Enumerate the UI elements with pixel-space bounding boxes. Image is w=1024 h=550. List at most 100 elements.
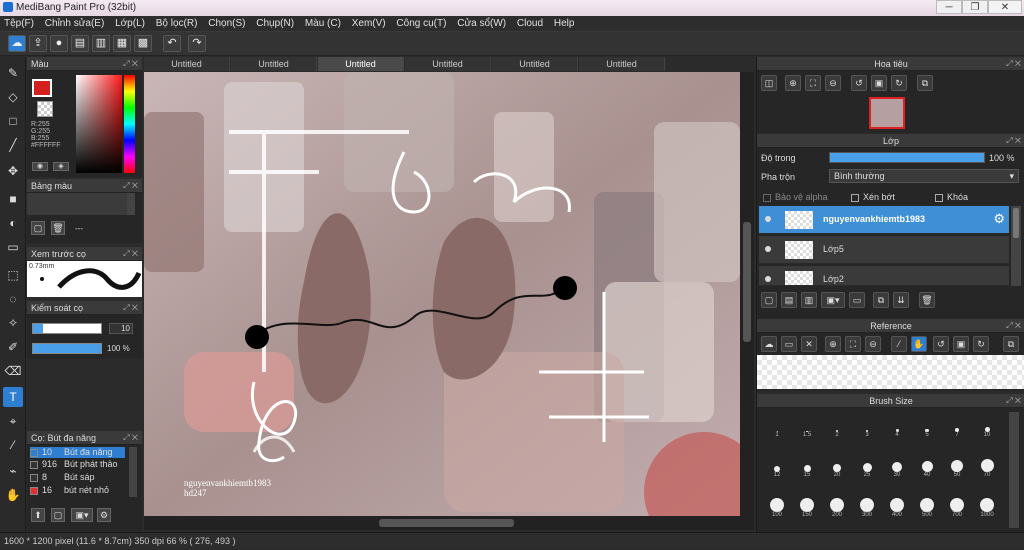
select-eraser-icon[interactable]: ⌫ (3, 361, 23, 381)
menu-snap[interactable]: Chụp(N) (252, 16, 298, 32)
swap-color-button[interactable]: ◈ (53, 162, 69, 171)
zoom-in-icon[interactable]: ⊕ (825, 336, 841, 352)
brush-size-option[interactable]: 70 (973, 456, 1001, 488)
menu-window[interactable]: Cửa sổ(W) (453, 16, 510, 32)
duplicate-layer-icon[interactable]: ⧉ (873, 292, 889, 308)
delete-layer-icon[interactable]: 🗑 (919, 292, 935, 308)
undo-icon[interactable]: ↶ (163, 35, 181, 52)
brush-item-2[interactable]: 8 Bút sáp (30, 472, 125, 483)
new-brush-icon[interactable]: ▢ (51, 508, 65, 522)
drawing-canvas[interactable]: nguyenvankhiemtb1983 hd247 (144, 72, 740, 516)
mirror-icon[interactable]: ⧉ (1003, 336, 1019, 352)
brush-size-option[interactable]: 100 (763, 496, 791, 528)
select-pen-icon[interactable]: ✐ (3, 337, 23, 357)
move-tool-icon[interactable]: ✥ (3, 161, 23, 181)
brush-item-1[interactable]: 916 Bút phát thảo (30, 459, 125, 470)
layer-menu-icon[interactable]: ▣▾ (821, 292, 845, 308)
layer-item-0[interactable]: nguyenvankhiemtb1983 ⚙ (759, 206, 1009, 234)
rotate-right-icon[interactable]: ↻ (973, 336, 989, 352)
brush-size-value[interactable]: 10 (109, 323, 133, 334)
new-palette-icon[interactable]: ▢ (31, 221, 45, 235)
brush-size-option[interactable]: 3 (853, 416, 881, 448)
brush-tool-icon[interactable]: ✎ (3, 63, 23, 83)
canvas-horizontal-scrollbar[interactable] (144, 516, 754, 530)
tab-document-active[interactable]: Untitled (318, 57, 404, 71)
delete-palette-icon[interactable]: 🗑 (51, 221, 65, 235)
add-brush-icon[interactable]: ⬆ (31, 508, 45, 522)
menu-tools[interactable]: Công cụ(T) (392, 16, 450, 32)
menu-help[interactable]: Help (550, 16, 579, 32)
panel-controls-icon[interactable]: ⤢ ✕ (1006, 394, 1021, 408)
brush-menu-icon[interactable]: ▣▾ (71, 508, 93, 522)
brush-list-scrollbar[interactable] (129, 447, 137, 497)
panel-controls-icon[interactable]: ⤢ ✕ (123, 301, 138, 315)
navigator-thumbnail[interactable] (869, 97, 905, 129)
zoom-out-icon[interactable]: ⊖ (825, 75, 841, 91)
gear-icon[interactable]: ⚙ (993, 211, 1005, 227)
brush-size-option[interactable]: 10 (973, 416, 1001, 448)
panel-controls-icon[interactable]: ⤢ ✕ (123, 57, 138, 71)
menu-filter[interactable]: Bộ lọc(R) (152, 16, 202, 32)
share-icon[interactable]: ⇪ (29, 35, 47, 52)
layer-item-2[interactable]: Lớp2 (759, 266, 1009, 286)
brush-item-3[interactable]: 16 bút nét nhỏ (30, 485, 125, 496)
operation-tool-icon[interactable]: ⌖ (3, 411, 23, 431)
vertical-scroll-thumb[interactable] (743, 222, 751, 342)
panel-controls-icon[interactable]: ⤢ ✕ (1006, 319, 1021, 333)
palette-area[interactable] (27, 193, 127, 215)
brush-opacity-slider[interactable] (32, 343, 102, 354)
add-color-button[interactable]: ◉ (32, 162, 48, 171)
layer-scrollbar[interactable] (1011, 206, 1021, 286)
brush-size-option[interactable]: 12 (763, 456, 791, 488)
reset-view-icon[interactable]: ▣ (953, 336, 969, 352)
brush-size-option[interactable]: 2 (823, 416, 851, 448)
menu-select[interactable]: Chọn(S) (204, 16, 249, 32)
new-layer-halftone-icon[interactable]: ▤ (781, 292, 797, 308)
merge-layer-icon[interactable]: ⇊ (893, 292, 909, 308)
tab-document[interactable]: Untitled (579, 57, 665, 71)
new-layer-icon[interactable]: ▢ (761, 292, 777, 308)
fit-icon[interactable]: ⛶ (805, 75, 821, 91)
brush-size-option[interactable]: 25 (853, 456, 881, 488)
visibility-icon[interactable] (765, 216, 771, 222)
fill-rect-tool-icon[interactable]: ■ (3, 189, 23, 209)
zoom-in-icon[interactable]: ⊕ (785, 75, 801, 91)
blend-mode-select[interactable]: Bình thường ▾ (829, 169, 1019, 183)
brush-size-option[interactable]: 20 (823, 456, 851, 488)
close-ref-icon[interactable]: ✕ (801, 336, 817, 352)
pen-tool-icon[interactable]: ⌁ (3, 461, 23, 481)
protect-alpha-checkbox[interactable]: Bảo vệ alpha (763, 192, 828, 202)
panel-controls-icon[interactable]: ⤢ ✕ (123, 431, 138, 445)
brush-size-option[interactable]: 150 (793, 496, 821, 528)
eyedropper-tool-icon[interactable]: ⁄ (3, 435, 23, 455)
brush-size-option[interactable]: 40 (913, 456, 941, 488)
menu-cloud[interactable]: Cloud (513, 16, 547, 32)
line-tool-icon[interactable]: ╱ (3, 135, 23, 155)
page-icon[interactable]: ▥ (92, 35, 110, 52)
brush-size-option[interactable]: 300 (853, 496, 881, 528)
menu-edit[interactable]: Chỉnh sửa(E) (41, 16, 109, 32)
rotate-right-icon[interactable]: ↻ (891, 75, 907, 91)
reference-canvas[interactable] (757, 355, 1024, 389)
minimize-button[interactable]: ─ (936, 0, 962, 14)
background-color-swatch[interactable] (37, 101, 53, 117)
brush-item-0[interactable]: 10 Bút đa năng (30, 447, 125, 458)
layer-item-1[interactable]: Lớp5 (759, 236, 1009, 264)
eraser-tool-icon[interactable]: ◇ (3, 87, 23, 107)
rotate-left-icon[interactable]: ↺ (851, 75, 867, 91)
menu-view[interactable]: Xem(V) (348, 16, 390, 32)
layer-opacity-slider[interactable] (829, 152, 985, 163)
panel-controls-icon[interactable]: ⤢ ✕ (1006, 134, 1021, 148)
tab-document[interactable]: Untitled (231, 57, 317, 71)
comic-icon[interactable]: ▤ (71, 35, 89, 52)
brush-size-option[interactable]: 1 (763, 416, 791, 448)
hand-icon[interactable]: ✋ (911, 336, 927, 352)
mirror-icon[interactable]: ⧉ (917, 75, 933, 91)
canvas-vertical-scrollbar[interactable] (740, 72, 754, 516)
cloud-ref-icon[interactable]: ☁ (761, 336, 777, 352)
rect-tool-icon[interactable]: □ (3, 111, 23, 131)
gradient-tool-icon[interactable]: ▭ (3, 237, 23, 257)
hand-tool-icon[interactable]: ✋ (3, 485, 23, 505)
brush-size-option[interactable]: 400 (883, 496, 911, 528)
tiles-icon[interactable]: ▩ (134, 35, 152, 52)
